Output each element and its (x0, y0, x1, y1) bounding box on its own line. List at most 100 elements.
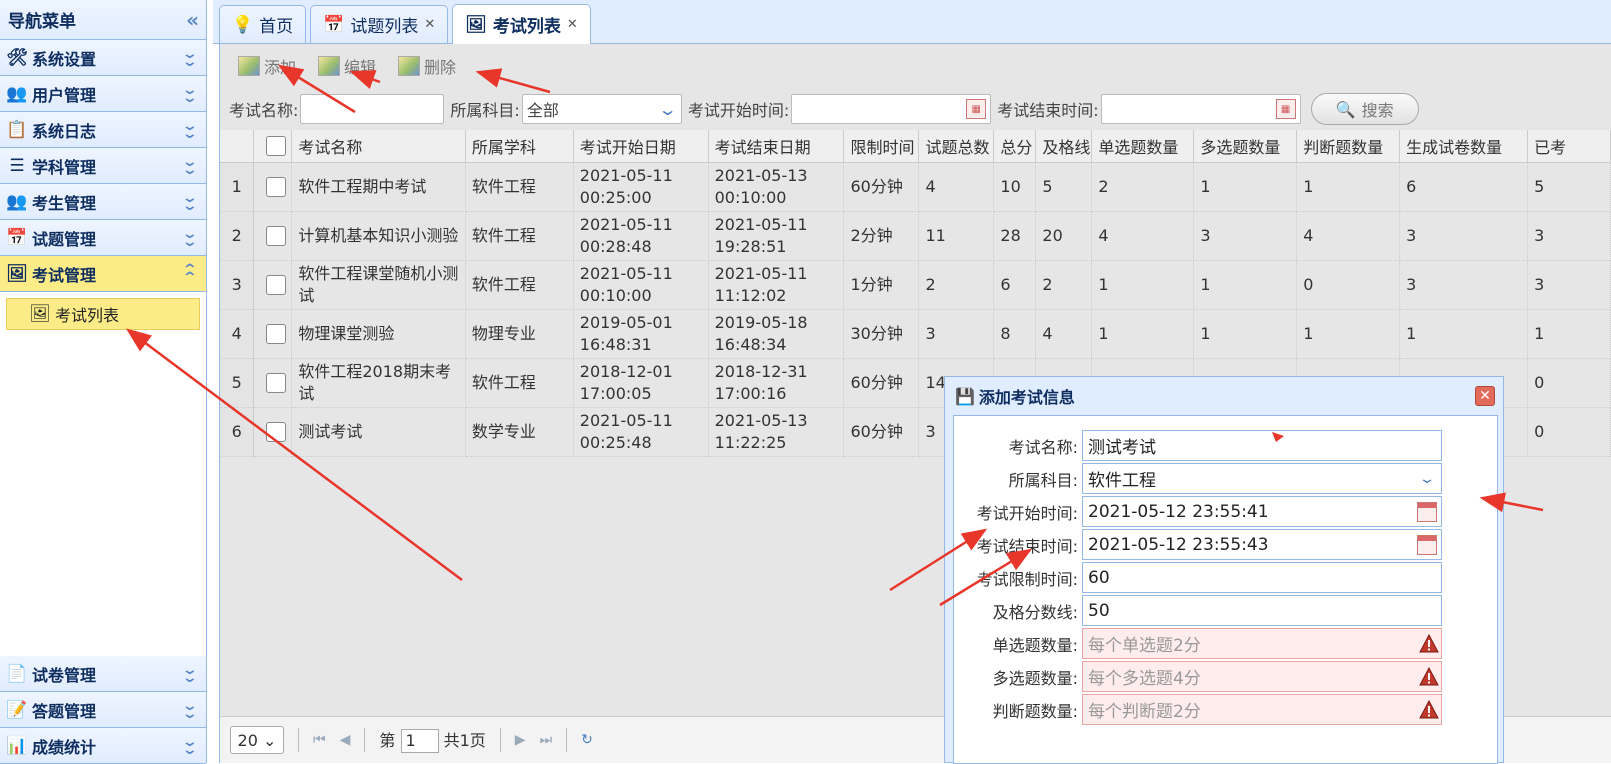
row-checkbox[interactable] (265, 372, 286, 393)
tab-label: 首页 (259, 17, 294, 37)
field-value: 软件工程 (1088, 471, 1156, 491)
nav-group-exam-management[interactable]: 🖼 考试管理 ⌃ ⌃ (0, 256, 206, 292)
cell-single: 2 (1091, 162, 1195, 212)
nav-group-answer-management[interactable]: 📝 答题管理 ⌄ ⌄ (0, 692, 206, 728)
column-header[interactable]: 限制时间 (843, 130, 920, 163)
chevron-down-icon[interactable]: ⌄ (1406, 464, 1448, 493)
table-row[interactable]: 3 软件工程课堂随机小测试 软件工程 2021-05-11 00:10:00 2021-… (220, 260, 1611, 310)
column-header[interactable]: 已考 (1527, 130, 1611, 163)
cell-judge: 0 (1296, 260, 1401, 310)
subject-select[interactable]: 软件工程 ⌄ (1082, 463, 1442, 494)
close-dialog-button[interactable]: ✕ (1475, 386, 1495, 406)
cell-subject: 物理专业 (465, 309, 574, 359)
table-row[interactable]: 1 软件工程期中考试 软件工程 2021-05-11 00:25:00 2021-05-… (220, 162, 1611, 212)
column-header[interactable]: 考试名称 (291, 130, 466, 163)
column-header[interactable]: 所属学科 (465, 130, 574, 163)
cell-total: 4 (918, 162, 995, 212)
cell-papers: 3 (1399, 211, 1529, 261)
row-checkbox[interactable] (265, 323, 286, 344)
close-icon[interactable]: ✕ (567, 17, 578, 32)
column-header[interactable]: 考试结束日期 (708, 130, 845, 163)
column-header[interactable]: 判断题数量 (1296, 130, 1401, 163)
tab-question-list[interactable]: 📅 试题列表 ✕ (310, 5, 449, 43)
pencil-icon: 📝 (6, 699, 28, 720)
column-header[interactable]: 总分 (993, 130, 1037, 163)
add-button[interactable]: 添加 (238, 54, 296, 78)
start-time-filter-input[interactable]: ▦ (791, 94, 992, 124)
calendar-icon[interactable] (1417, 501, 1437, 522)
column-header[interactable]: 考试开始日期 (573, 130, 709, 163)
row-checkbox[interactable] (265, 225, 286, 246)
select-all-checkbox[interactable] (265, 135, 286, 156)
nav-group-score-stats[interactable]: 📊 成绩统计 ⌄ ⌄ (0, 728, 206, 764)
text-input[interactable]: 测试考试 (1082, 430, 1442, 461)
column-header[interactable]: 生成试卷数量 (1399, 130, 1529, 163)
tab-exam-list[interactable]: 🖼 考试列表 ✕ (452, 4, 591, 44)
delete-label: 删除 (424, 58, 457, 77)
nav-group-label: 系统日志 (32, 121, 97, 141)
exam-name-filter-input[interactable] (300, 94, 445, 124)
nav-group-label: 答题管理 (32, 701, 97, 721)
page-size-select[interactable]: 20 ⌄ (230, 726, 284, 754)
expand-icon: ⌄ ⌄ (181, 661, 199, 686)
column-header[interactable]: 及格线 (1035, 130, 1093, 163)
nav-group-examinee-management[interactable]: 👥 考生管理 ⌄ ⌄ (0, 184, 206, 220)
last-page-icon[interactable]: ⏭ (540, 732, 553, 748)
row-checkbox[interactable] (265, 176, 286, 197)
text-input[interactable]: 50 (1082, 595, 1442, 626)
nav-group-paper-management[interactable]: 📄 试卷管理 ⌄ ⌄ (0, 656, 206, 692)
collapse-sidebar-icon[interactable]: « (186, 8, 199, 32)
nav-group-system-settings[interactable]: 🛠 系统设置 ⌄ ⌄ (0, 40, 206, 76)
nav-group-question-management[interactable]: 📅 试题管理 ⌄ ⌄ (0, 220, 206, 256)
nav-group-label: 试题管理 (32, 229, 97, 249)
row-checkbox[interactable] (265, 274, 286, 295)
column-header[interactable]: 单选题数量 (1091, 130, 1195, 163)
nav-group-body: 🖼 考试列表 (0, 292, 206, 658)
search-button[interactable]: 🔍 搜索 (1310, 93, 1419, 125)
calendar-icon[interactable] (1417, 534, 1437, 555)
column-header[interactable]: 多选题数量 (1193, 130, 1298, 163)
cell-start: 2018-12-01 17:00:05 (573, 358, 709, 408)
tab-home[interactable]: 💡 首页 (219, 5, 307, 43)
table-row[interactable]: 4 物理课堂测验 物理专业 2019-05-01 16:48:31 2019-05-18… (220, 309, 1611, 359)
nav-header: 导航菜单 « (0, 0, 206, 40)
end-time-filter-input[interactable]: ▦ (1100, 94, 1301, 124)
prev-page-icon[interactable]: ◀ (340, 732, 351, 748)
date-input[interactable]: 2021-05-12 23:55:41 (1082, 496, 1442, 527)
divider (499, 728, 501, 752)
text-input[interactable]: 每个判断题2分 (1082, 694, 1442, 725)
cell-start: 2021-05-11 00:25:00 (573, 162, 709, 212)
nav-group-system-log[interactable]: 📋 系统日志 ⌄ ⌄ (0, 112, 206, 148)
first-page-icon[interactable]: ⏮ (313, 732, 326, 748)
form-row: 及格分数线: 50 (954, 595, 1499, 626)
add-label: 添加 (264, 58, 297, 77)
cell-name: 计算机基本知识小测验 (291, 211, 466, 261)
add-exam-dialog: 💾 添加考试信息 ✕ 考试名称: 测试考试 所属科目: 软件工程 ⌄ 考试开始时间: 202… (944, 376, 1504, 764)
refresh-icon[interactable]: ↻ (581, 732, 593, 748)
cell-taken: 0 (1527, 358, 1611, 408)
nav-group-user-management[interactable]: 👥 用户管理 ⌄ ⌄ (0, 76, 206, 112)
field-label: 考试限制时间: (976, 569, 1078, 589)
nav-group-label: 考试管理 (32, 265, 97, 285)
field-label: 所属科目: (1008, 470, 1078, 490)
cell-multi: 1 (1193, 162, 1298, 212)
nav-group-subject-management[interactable]: ☰ 学科管理 ⌄ ⌄ (0, 148, 206, 184)
close-icon[interactable]: ✕ (424, 17, 435, 32)
date-input[interactable]: 2021-05-12 23:55:43 (1082, 529, 1442, 560)
next-page-icon[interactable]: ▶ (515, 732, 526, 748)
cell-score: 10 (993, 162, 1037, 212)
text-input[interactable]: 60 (1082, 562, 1442, 593)
edit-button[interactable]: 编辑 (318, 54, 376, 78)
page-number-input[interactable]: 1 (400, 728, 439, 753)
table-row[interactable]: 2 计算机基本知识小测验 软件工程 2021-05-11 00:28:48 2021-0… (220, 211, 1611, 261)
row-select-cell (253, 407, 293, 457)
subject-filter-select[interactable]: 全部 ⌄ (521, 94, 682, 124)
text-input[interactable]: 每个单选题2分 (1082, 628, 1442, 659)
text-input[interactable]: 每个多选题4分 (1082, 661, 1442, 692)
column-header[interactable]: 试题总数 (918, 130, 995, 163)
calendar-icon[interactable]: ▦ (966, 99, 987, 119)
row-checkbox[interactable] (265, 421, 286, 442)
delete-button[interactable]: 删除 (398, 54, 456, 78)
nav-item-exam-list[interactable]: 🖼 考试列表 (6, 298, 200, 330)
calendar-icon[interactable]: ▦ (1275, 99, 1296, 119)
